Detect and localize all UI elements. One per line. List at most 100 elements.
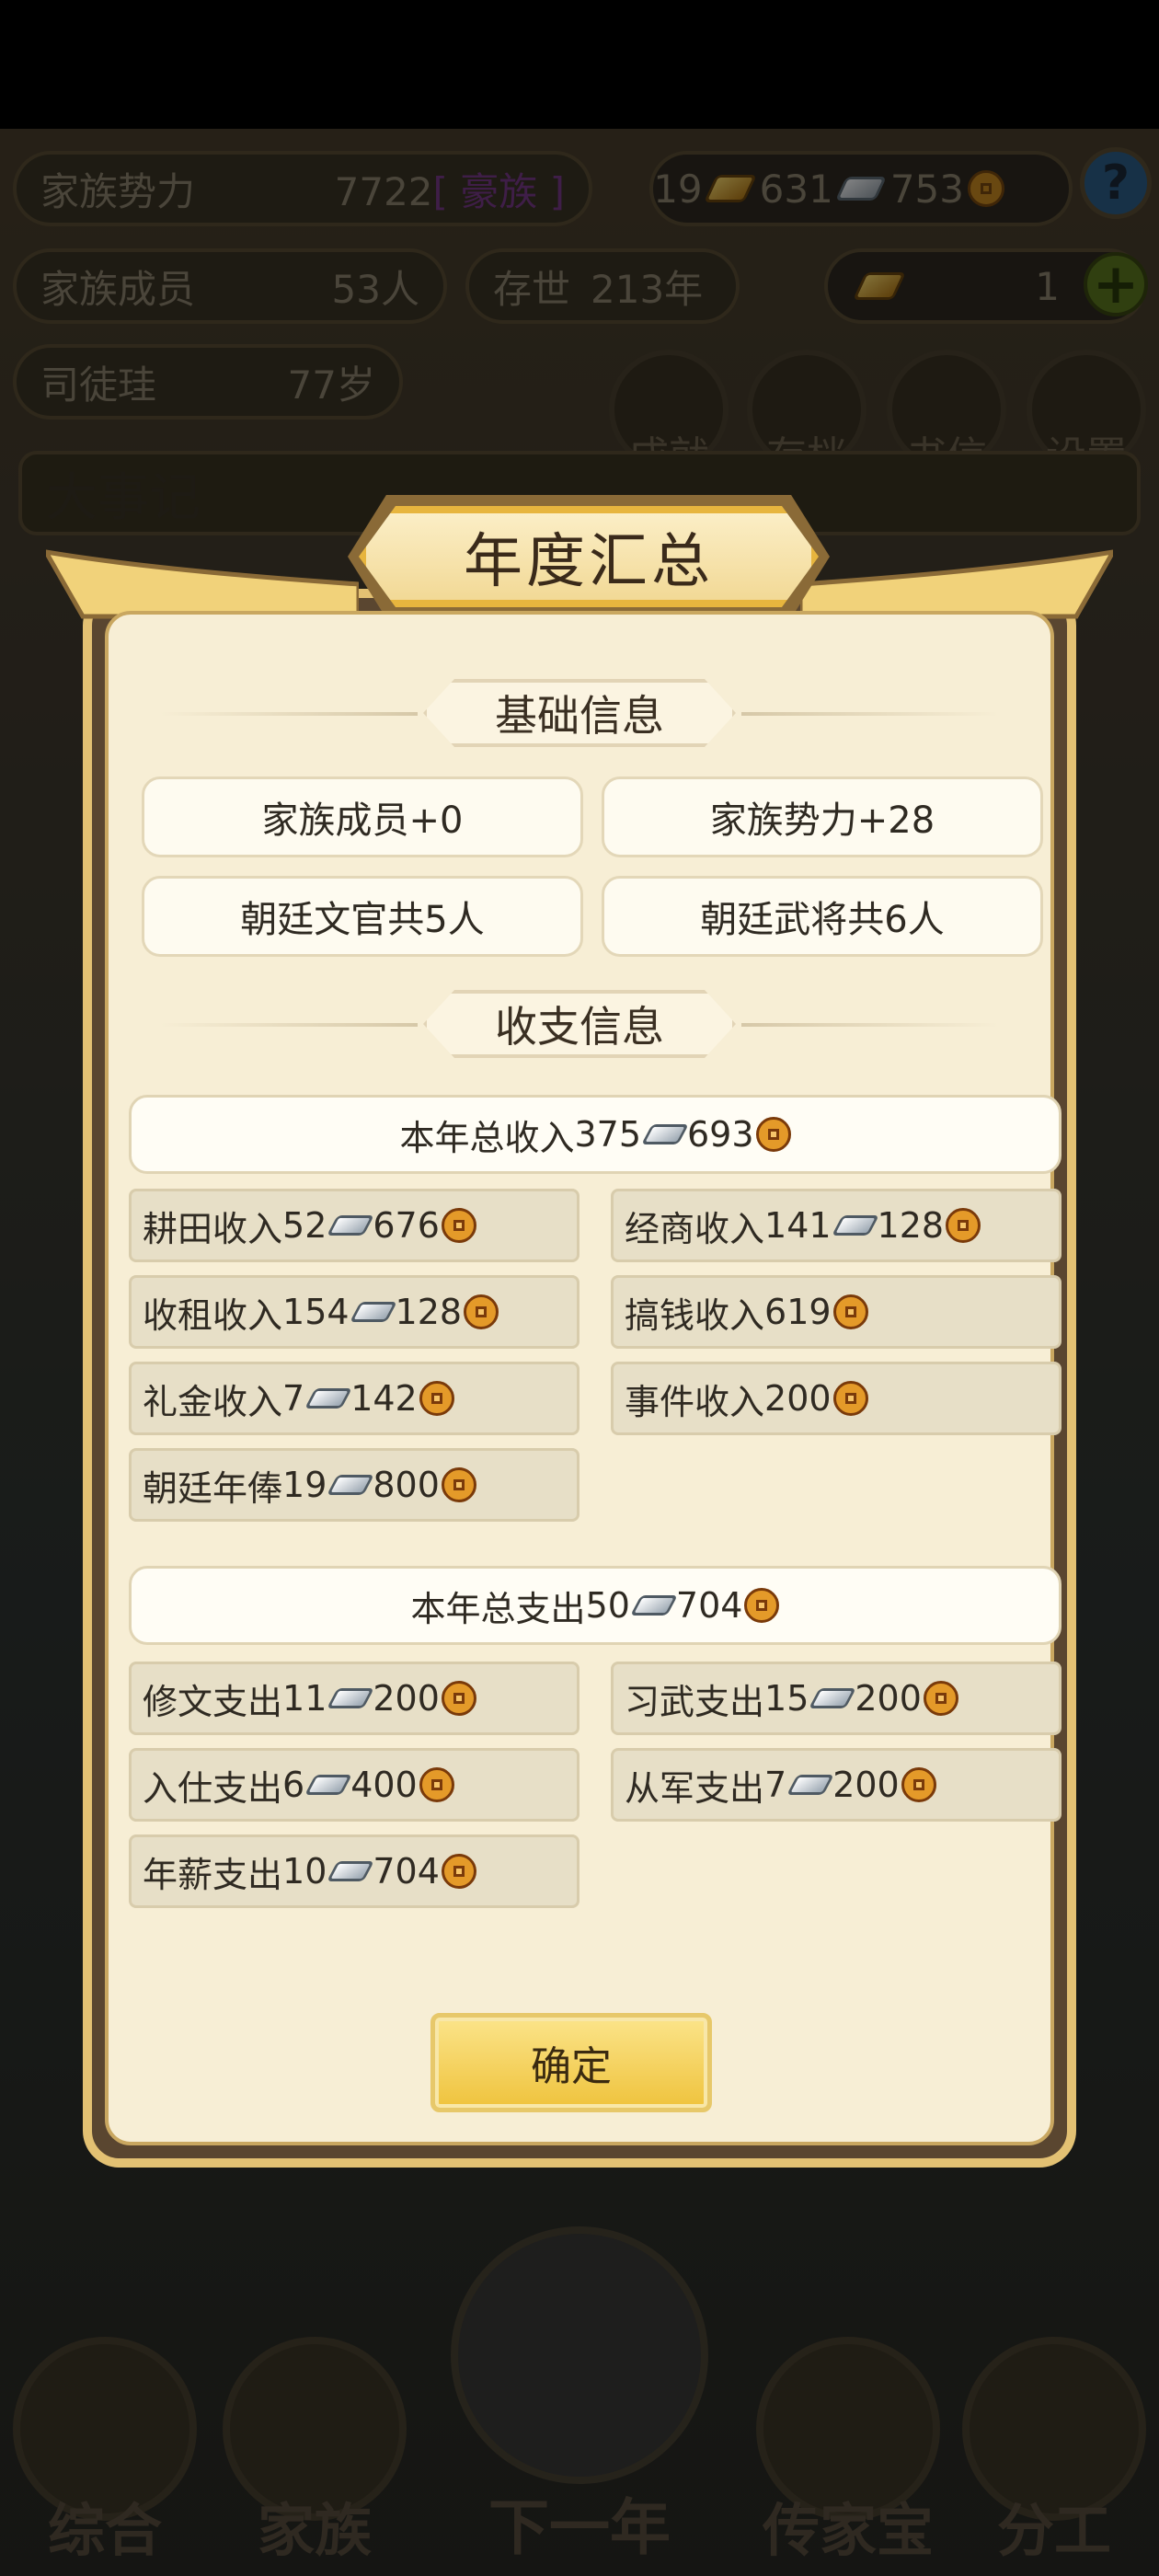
- family-rank: [ 豪族 ]: [432, 168, 565, 214]
- finance-item-label: 习武支出: [625, 1681, 765, 1722]
- finance-info-header: 收支信息: [109, 990, 1050, 1058]
- silver-ingot-icon: [327, 1861, 375, 1881]
- finance-item: 搞钱收入 619: [611, 1275, 1061, 1349]
- divider-left: [160, 712, 418, 716]
- divider-right: [741, 1023, 999, 1027]
- finance-item-label: 从军支出: [625, 1767, 765, 1809]
- divider-left: [160, 1023, 418, 1027]
- finance-item-copper: 200: [855, 1678, 922, 1719]
- total-income-copper: 693: [687, 1114, 754, 1155]
- finance-item-copper: 200: [832, 1765, 900, 1805]
- nav-overview[interactable]: 综合: [4, 2318, 206, 2576]
- finance-item-copper: 800: [373, 1465, 440, 1505]
- finance-item-silver: 6: [282, 1765, 305, 1805]
- silver-count: 631: [759, 166, 833, 212]
- finance-item: 礼金收入 7 142: [129, 1362, 580, 1435]
- finance-item: 入仕支出 6 400: [129, 1748, 580, 1822]
- copper-coin-icon: [968, 170, 1004, 207]
- finance-item-silver: 15: [764, 1678, 809, 1719]
- nav-heirloom-label: 传家宝: [762, 2497, 934, 2564]
- silver-ingot-icon: [327, 1688, 375, 1708]
- finance-item-silver: 7: [764, 1765, 787, 1805]
- finance-item: 收租收入 154 128: [129, 1275, 580, 1349]
- annual-summary-dialog: 年度汇总 基础信息 家族成员+0 家族势力+28 朝廷文官共5人 朝廷武将共6人…: [46, 495, 1113, 2168]
- copper-coin-icon: [441, 1681, 476, 1716]
- finance-item-label: 事件收入: [625, 1381, 765, 1422]
- finance-item-label: 经商收入: [625, 1208, 765, 1249]
- total-expense-label: 本年总支出: [410, 1588, 586, 1629]
- title-plate: 年度汇总: [359, 506, 819, 607]
- finance-item: 耕田收入 52 676: [129, 1189, 580, 1262]
- nav-family[interactable]: 家族: [213, 2318, 416, 2576]
- bottom-navigation: 综合 家族 下一年 传家宝 分工: [0, 2226, 1159, 2576]
- finance-item-copper: 128: [395, 1292, 463, 1332]
- nav-assignment-label: 分工: [996, 2497, 1111, 2564]
- finance-item-silver: 11: [282, 1678, 327, 1719]
- family-head-name: 司徒珪: [40, 362, 157, 408]
- copper-coin-icon: [441, 1467, 476, 1502]
- family-members-label: 家族成员: [40, 266, 196, 312]
- finance-item-silver: 19: [282, 1465, 327, 1505]
- finance-item: 从军支出 7 200: [611, 1748, 1061, 1822]
- nav-heirloom[interactable]: 传家宝: [747, 2318, 949, 2576]
- copper-coin-icon: [923, 1681, 958, 1716]
- copper-coin-icon: [464, 1294, 499, 1329]
- nav-next-year[interactable]: 下一年: [423, 2208, 736, 2576]
- silver-ingot-icon: [349, 1302, 397, 1322]
- family-power-pill: 家族势力 7722[ 豪族 ]: [13, 151, 592, 226]
- gold-ingot-icon: [703, 175, 757, 202]
- finance-item: 朝廷年俸 19 800: [129, 1448, 580, 1522]
- nav-overview-label: 综合: [47, 2497, 162, 2564]
- civil-officials-box: 朝廷文官共5人: [142, 876, 583, 957]
- add-ingot-button[interactable]: +: [1084, 252, 1148, 316]
- help-button[interactable]: ?: [1080, 147, 1152, 219]
- family-members-pill: 家族成员 53人: [13, 248, 447, 324]
- finance-item: 经商收入 141 128: [611, 1189, 1061, 1262]
- years-existed-pill: 存世 213年: [465, 248, 740, 324]
- silver-ingot-icon: [304, 1388, 353, 1409]
- basic-info-header: 基础信息: [109, 679, 1050, 747]
- power-change-box: 家族势力+28: [602, 776, 1043, 857]
- mountain-icon: [451, 2226, 708, 2484]
- family-power-value: 7722: [334, 168, 433, 214]
- finance-item: 事件收入 200: [611, 1362, 1061, 1435]
- nav-assignment[interactable]: 分工: [953, 2318, 1155, 2576]
- finance-item-silver: 52: [282, 1205, 327, 1246]
- finance-item-silver: 7: [282, 1378, 305, 1419]
- dialog-title: 年度汇总: [464, 528, 714, 596]
- family-head-age: 77岁: [287, 362, 375, 408]
- finance-item-label: 修文支出: [143, 1681, 283, 1722]
- finance-item-copper: 200: [764, 1378, 832, 1419]
- years-existed-value: 213年: [591, 266, 704, 312]
- confirm-button[interactable]: 确定: [430, 2013, 712, 2112]
- divider-right: [741, 712, 999, 716]
- copper-coin-icon: [946, 1208, 981, 1243]
- copper-coin-icon: [901, 1767, 936, 1802]
- members-change-box: 家族成员+0: [142, 776, 583, 857]
- finance-item-copper: 704: [373, 1851, 440, 1892]
- finance-item-copper: 128: [877, 1205, 945, 1246]
- total-income-box: 本年总收入 375 693: [129, 1095, 1061, 1174]
- copper-coin-icon: [419, 1381, 454, 1416]
- total-expense-box: 本年总支出 50 704: [129, 1566, 1061, 1645]
- silver-ingot-icon: [809, 1688, 857, 1708]
- copper-coin-icon: [441, 1854, 476, 1889]
- nav-family-label: 家族: [257, 2497, 372, 2564]
- total-income-label: 本年总收入: [399, 1117, 575, 1158]
- gold-count: 19: [653, 166, 703, 212]
- finance-item-label: 耕田收入: [143, 1208, 283, 1249]
- finance-item-label: 搞钱收入: [625, 1294, 765, 1336]
- family-members-value: 53人: [331, 266, 419, 312]
- finance-item-copper: 400: [350, 1765, 418, 1805]
- finance-info-title: 收支信息: [423, 990, 736, 1058]
- copper-coin-icon: [744, 1588, 780, 1623]
- finance-item: 修文支出 11 200: [129, 1662, 580, 1735]
- silver-ingot-icon: [327, 1215, 375, 1236]
- finance-item-label: 收租收入: [143, 1294, 283, 1336]
- total-expense-silver: 50: [585, 1585, 630, 1626]
- silver-ingot-icon: [834, 177, 887, 201]
- copper-coin-icon: [419, 1767, 454, 1802]
- copper-coin-icon: [755, 1117, 791, 1152]
- copper-count: 753: [889, 166, 964, 212]
- finance-item-copper: 619: [764, 1292, 832, 1332]
